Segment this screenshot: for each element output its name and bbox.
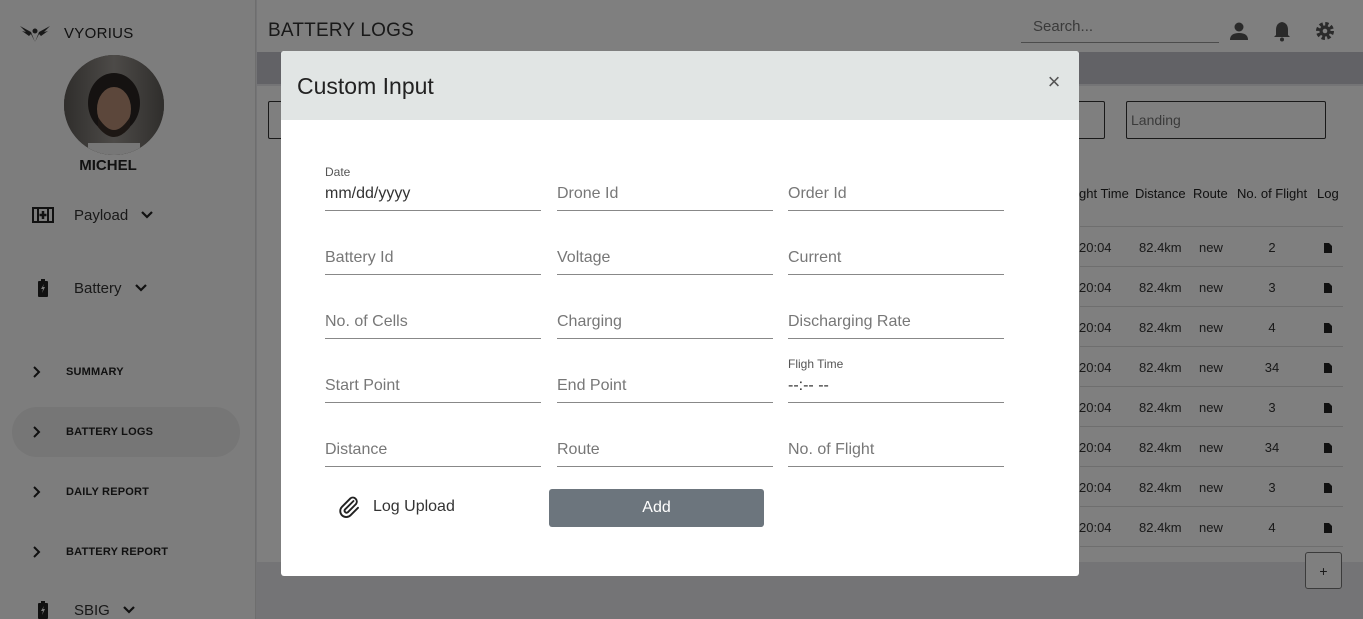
close-icon[interactable]: × <box>1043 71 1065 93</box>
date-field[interactable]: Date mm/dd/yyyy <box>325 165 541 211</box>
current-field[interactable] <box>788 235 1004 275</box>
charging-input[interactable] <box>557 311 773 333</box>
modal-header: Custom Input × <box>281 51 1079 120</box>
flights-input[interactable] <box>788 439 1004 461</box>
battery-id-field[interactable] <box>325 235 541 275</box>
paperclip-icon <box>339 496 359 518</box>
drone-id-input[interactable] <box>557 183 773 205</box>
cells-input[interactable] <box>325 311 541 333</box>
flight-time-label: Fligh Time <box>788 357 844 371</box>
custom-input-modal: Custom Input × Date mm/dd/yyyy Fligh Tim… <box>281 51 1079 576</box>
date-value: mm/dd/yyyy <box>325 185 411 202</box>
log-upload-label: Log Upload <box>373 498 455 515</box>
route-field[interactable] <box>557 427 773 467</box>
date-label: Date <box>325 165 351 179</box>
start-point-input[interactable] <box>325 375 541 397</box>
cells-field[interactable] <box>325 299 541 339</box>
current-input[interactable] <box>788 247 1004 269</box>
flight-time-field[interactable]: Fligh Time --:-- -- <box>788 357 1004 403</box>
add-button[interactable]: Add <box>549 489 764 527</box>
modal-title: Custom Input <box>297 73 434 99</box>
distance-field[interactable] <box>325 427 541 467</box>
flight-time-value: --:-- -- <box>788 377 829 394</box>
end-point-field[interactable] <box>557 363 773 403</box>
order-id-input[interactable] <box>788 183 1004 205</box>
discharging-rate-input[interactable] <box>788 311 1004 333</box>
voltage-field[interactable] <box>557 235 773 275</box>
battery-id-input[interactable] <box>325 247 541 269</box>
order-id-field[interactable] <box>788 171 1004 211</box>
log-upload-button[interactable]: Log Upload <box>337 495 455 519</box>
end-point-input[interactable] <box>557 375 773 397</box>
discharging-rate-field[interactable] <box>788 299 1004 339</box>
distance-input[interactable] <box>325 439 541 461</box>
start-point-field[interactable] <box>325 363 541 403</box>
flights-field[interactable] <box>788 427 1004 467</box>
drone-id-field[interactable] <box>557 171 773 211</box>
voltage-input[interactable] <box>557 247 773 269</box>
charging-field[interactable] <box>557 299 773 339</box>
route-input[interactable] <box>557 439 773 461</box>
